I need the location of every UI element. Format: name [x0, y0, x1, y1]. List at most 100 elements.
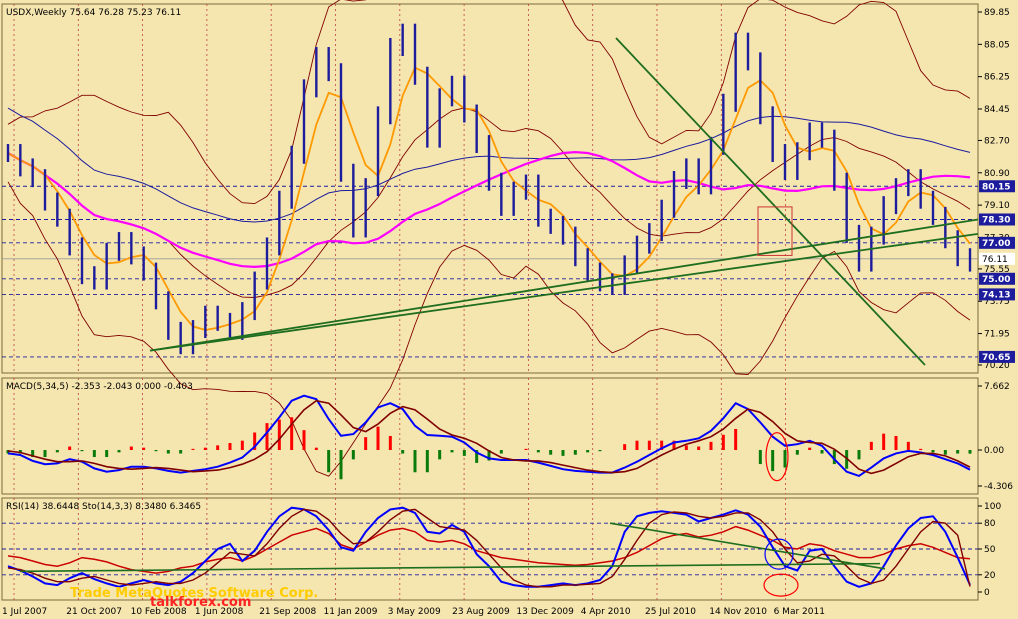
y-tick-label: 80	[984, 519, 996, 529]
macd-histogram-bar	[191, 448, 195, 451]
macd-histogram-bar	[364, 437, 368, 451]
macd-histogram-bar	[314, 447, 318, 451]
support-trendline	[149, 232, 979, 352]
macd-histogram-bar	[499, 450, 503, 454]
macd-histogram-bar	[869, 441, 873, 451]
macd-histogram-bar	[339, 450, 343, 480]
macd-histogram-bar	[117, 450, 121, 453]
macd-histogram-bar	[808, 447, 812, 451]
y-tick-label: 0.00	[984, 446, 1004, 456]
panel-frame	[1, 377, 979, 495]
x-tick-label: 3 May 2009	[388, 607, 441, 617]
x-tick-label: 25 Jul 2010	[645, 607, 696, 617]
macd-signal-line	[7, 399, 971, 475]
macd-histogram-bar	[327, 450, 331, 473]
macd-histogram-bar	[956, 450, 960, 454]
macd-histogram-bar	[80, 450, 84, 452]
y-tick-label: 82.70	[984, 136, 1010, 146]
x-tick-label: 21 Oct 2007	[66, 607, 122, 617]
x-tick-label: 6 Mar 2011	[774, 607, 825, 617]
macd-histogram-bar	[129, 446, 133, 451]
y-tick-label: 80.90	[984, 169, 1010, 179]
macd-histogram-bar	[401, 450, 405, 454]
macd-histogram-bar	[943, 450, 947, 455]
level-tag: 76.11	[982, 255, 1008, 265]
macd-histogram-bar	[55, 450, 59, 453]
macd-panel: 7.662 0.00 -4.306 MACD(5,34,5) -2.353 -2.04…	[1, 377, 1013, 495]
macd-histogram-bar	[43, 450, 47, 458]
lower-band	[7, 181, 971, 477]
y-tick-label: 89.85	[984, 8, 1010, 18]
y-tick-label: 84.45	[984, 105, 1010, 115]
macd-histogram-bar	[795, 450, 799, 455]
panel-title: MACD(5,34,5) -2.353 -2.043 0.000 -0.403	[6, 382, 193, 392]
y-tick-label: 71.95	[984, 330, 1010, 340]
y-tick-label: 88.05	[984, 40, 1010, 50]
level-tag: 80.15	[982, 182, 1010, 192]
macd-histogram-bar	[758, 450, 762, 465]
macd-histogram-bar	[647, 440, 651, 451]
macd-histogram-bar	[968, 450, 972, 454]
macd-histogram-bar	[598, 450, 602, 452]
macd-histogram-bar	[820, 450, 824, 454]
macd-histogram-bar	[894, 435, 898, 451]
macd-histogram-bar	[388, 435, 392, 451]
level-tag: 77.00	[982, 239, 1010, 249]
macd-histogram-bar	[203, 447, 207, 451]
macd-histogram-bar	[919, 448, 923, 451]
macd-histogram-bar	[783, 450, 787, 468]
macd-histogram-bar	[734, 428, 738, 451]
macd-histogram-bar	[906, 441, 910, 451]
rsi-trendline	[19, 562, 881, 573]
x-axis: 1 Jul 2007 21 Oct 2007 10 Feb 2008 1 Jun 20…	[2, 607, 825, 617]
macd-histogram-bar	[462, 450, 466, 456]
macd-histogram-bar	[265, 423, 269, 451]
macd-histogram-bar	[549, 450, 553, 455]
watermark-site: talkforex.com	[150, 595, 251, 610]
y-tick-label: -4.306	[984, 482, 1013, 492]
y-tick-label: 50	[984, 545, 996, 555]
macd-histogram-bar	[721, 434, 725, 451]
y-tick-label: 20	[984, 571, 996, 581]
macd-histogram-bar	[277, 419, 281, 451]
chart-canvas: 89.8588.0586.2584.4582.7080.9079.1077.30…	[1, 0, 1015, 617]
y-tick-label: 86.25	[984, 73, 1010, 83]
macd-histogram-bar	[709, 441, 713, 451]
macd-histogram-bar	[68, 446, 72, 451]
macd-histogram-bar	[216, 445, 220, 451]
level-tag: 78.30	[982, 215, 1010, 225]
panel-title: RSI(14) 38.6448 Sto(14,3,3) 8.3480 6.346…	[6, 502, 201, 512]
macd-histogram-bar	[240, 440, 244, 451]
price-panel: 89.8588.0586.2584.4582.7080.9079.1077.30…	[1, 0, 1015, 477]
y-tick-label: 7.662	[984, 382, 1010, 392]
x-tick-label: 11 Jan 2009	[324, 607, 378, 617]
macd-histogram-bar	[438, 450, 442, 460]
macd-histogram-bar	[450, 450, 454, 453]
macd-histogram-bar	[351, 450, 355, 460]
macd-histogram-bar	[684, 445, 688, 451]
macd-histogram-bar	[166, 450, 170, 454]
level-tag: 70.65	[982, 353, 1010, 363]
macd-histogram-bar	[376, 426, 380, 451]
macd-histogram-bar	[425, 450, 429, 473]
macd-histogram-bar	[857, 450, 861, 460]
y-tick-label: 0	[984, 588, 990, 598]
highlight-box	[757, 206, 793, 256]
macd-histogram-bar	[586, 450, 590, 453]
macd-histogram-bar	[228, 443, 232, 451]
macd-histogram-bar	[536, 450, 540, 453]
macd-histogram-bar	[179, 450, 183, 454]
x-tick-label: 21 Sep 2008	[259, 607, 316, 617]
macd-histogram-bar	[561, 450, 565, 456]
macd-histogram-bar	[105, 450, 109, 458]
macd-histogram-bar	[931, 450, 935, 453]
rsi-stochastic-panel: 100 80 50 20 0 RSI(14) 38.6448 Sto(14,3,3) 8.…	[1, 497, 1001, 601]
macd-histogram-bar	[524, 448, 528, 451]
x-tick-label: 14 Nov 2010	[709, 607, 767, 617]
macd-histogram-bar	[635, 440, 639, 451]
macd-histogram-bar	[771, 450, 775, 472]
fast-moving-average	[7, 66, 971, 331]
macd-histogram-bar	[154, 450, 158, 452]
x-tick-label: 13 Dec 2009	[516, 607, 574, 617]
macd-histogram-bar	[697, 446, 701, 451]
